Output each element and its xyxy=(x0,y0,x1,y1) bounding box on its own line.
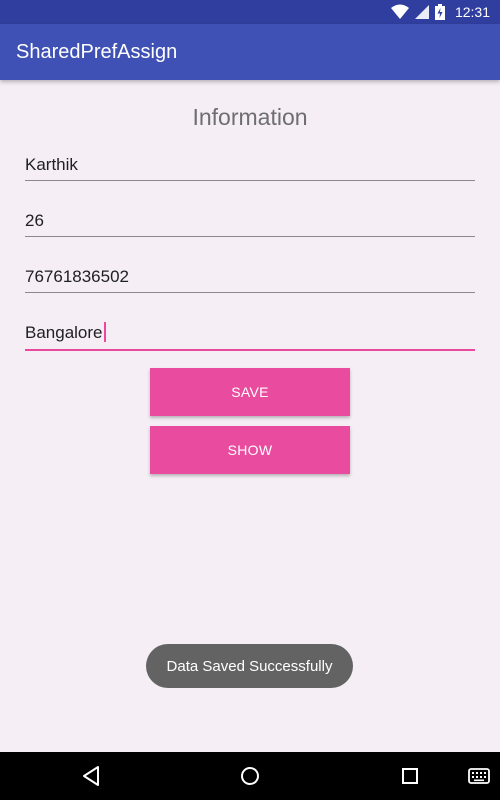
age-field-value: 26 xyxy=(25,211,44,230)
phone-field[interactable]: 76761836502 xyxy=(25,265,475,293)
show-button[interactable]: SHOW xyxy=(150,426,350,474)
phone-field-value: 76761836502 xyxy=(25,267,130,286)
city-field[interactable]: Bangalore xyxy=(25,321,475,351)
keyboard-icon[interactable] xyxy=(468,766,490,786)
status-bar: 12:31 xyxy=(0,0,500,24)
text-cursor xyxy=(103,322,106,342)
wifi-icon xyxy=(390,4,409,19)
name-field[interactable]: Karthik xyxy=(25,153,475,181)
navigation-bar xyxy=(0,752,500,800)
save-button[interactable]: SAVE xyxy=(150,368,350,416)
battery-icon xyxy=(434,4,445,20)
back-icon[interactable] xyxy=(79,764,103,788)
main-content: Information Karthik 26 76761836502 Banga… xyxy=(0,80,500,752)
recents-icon[interactable] xyxy=(398,764,422,788)
age-field[interactable]: 26 xyxy=(25,209,475,237)
status-time: 12:31 xyxy=(454,4,490,20)
signal-icon xyxy=(414,5,429,19)
status-icons: 12:31 xyxy=(390,3,490,21)
form-heading: Information xyxy=(192,104,308,130)
city-field-value: Bangalore xyxy=(25,323,103,342)
app-title: SharedPrefAssign xyxy=(16,41,178,63)
home-icon[interactable] xyxy=(238,764,262,788)
app-bar: SharedPrefAssign xyxy=(0,24,500,80)
toast-message: Data Saved Successfully xyxy=(146,644,353,688)
name-field-value: Karthik xyxy=(25,155,78,174)
